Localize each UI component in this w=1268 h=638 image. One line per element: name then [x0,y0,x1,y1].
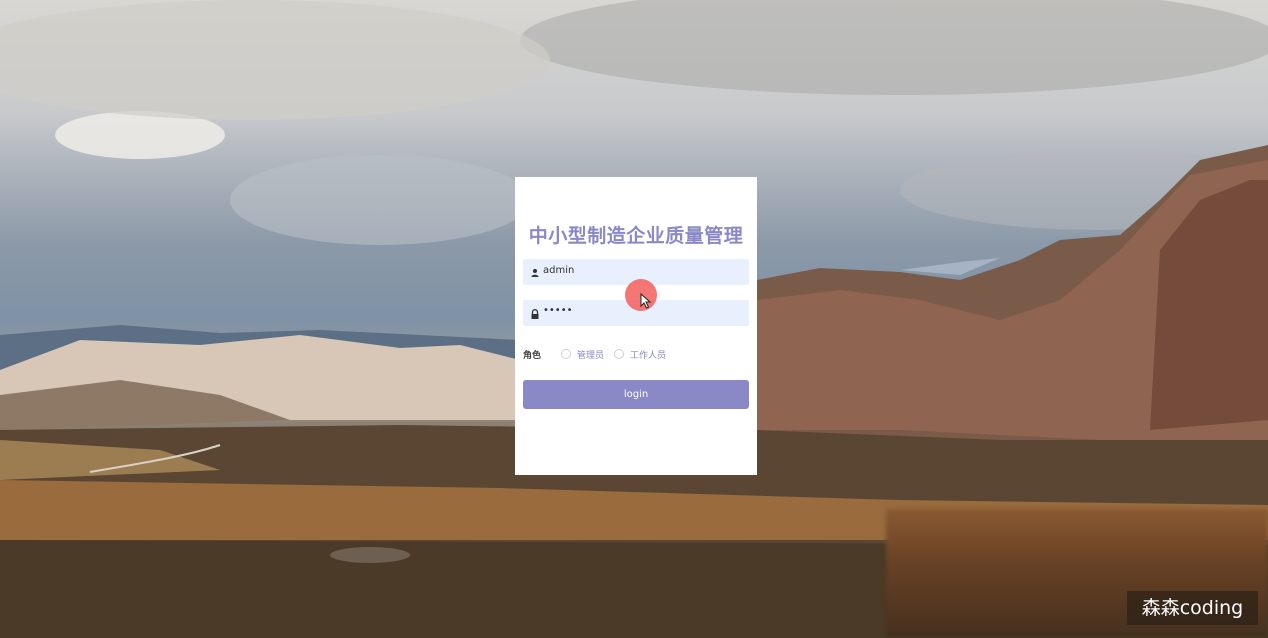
radio-admin[interactable] [561,349,571,359]
login-button[interactable]: login [523,380,749,409]
lock-icon [529,307,541,319]
role-selector: 角色 管理员 工作人员 [523,348,749,362]
watermark: 森森coding [1127,591,1258,625]
user-icon [529,266,541,278]
app-title: 中小型制造企业质量管理 [528,225,744,247]
radio-staff-label[interactable]: 工作人员 [630,348,666,361]
radio-staff[interactable] [614,349,624,359]
username-value: admin [543,265,575,276]
mouse-cursor-icon [640,292,652,314]
role-label: 角色 [523,351,542,361]
password-value: ••••• [543,305,573,316]
radio-admin-label[interactable]: 管理员 [577,348,604,361]
login-card: 中小型制造企业质量管理 admin ••••• 角色 管理员 工作人员 logi… [515,177,757,475]
